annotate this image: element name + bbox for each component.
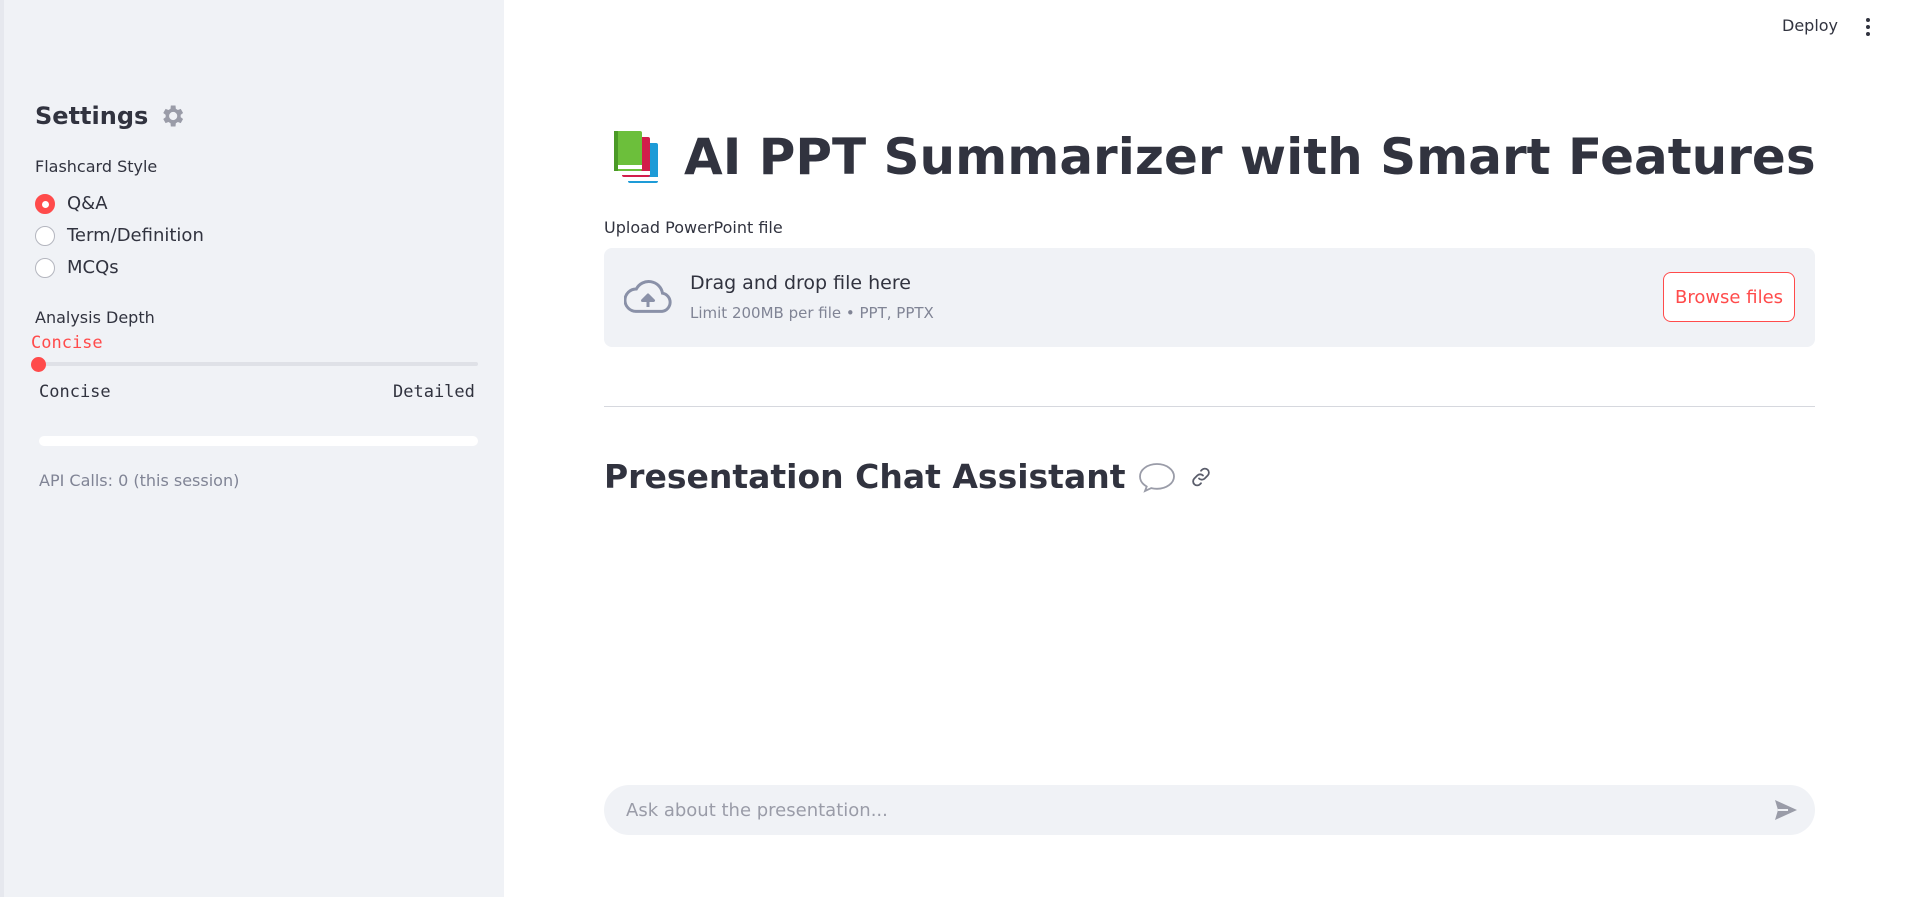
books-icon <box>614 131 658 183</box>
flashcard-style-label: Flashcard Style <box>35 157 158 176</box>
analysis-depth-slider-thumb[interactable] <box>31 357 46 372</box>
file-dropzone[interactable]: Drag and drop file here Limit 200MB per … <box>604 248 1815 347</box>
sidebar: Settings Flashcard Style Q&A Term/Defini… <box>0 0 504 897</box>
link-icon[interactable] <box>1189 465 1213 489</box>
analysis-depth-slider-track[interactable] <box>39 362 478 366</box>
send-icon[interactable] <box>1773 798 1799 822</box>
progress-bar <box>39 436 478 446</box>
radio-label-qa: Q&A <box>67 193 108 214</box>
slider-max-label: Detailed <box>393 382 475 402</box>
browse-files-button[interactable]: Browse files <box>1663 272 1795 322</box>
upload-label: Upload PowerPoint file <box>604 218 783 237</box>
radio-term-definition[interactable]: Term/Definition <box>35 225 204 246</box>
divider <box>604 406 1815 407</box>
radio-mcqs[interactable]: MCQs <box>35 257 119 278</box>
dropzone-instructions: Drag and drop file here <box>690 272 911 294</box>
radio-button-selected[interactable] <box>35 193 55 214</box>
speech-bubble-icon <box>1139 462 1176 493</box>
radio-button[interactable] <box>35 225 55 246</box>
sidebar-title: Settings <box>35 102 186 130</box>
slider-current-value: Concise <box>31 333 103 353</box>
kebab-menu-icon[interactable] <box>1862 16 1874 38</box>
analysis-depth-label: Analysis Depth <box>35 308 155 327</box>
gear-icon <box>163 105 184 127</box>
page-title: AI PPT Summarizer with Smart Features <box>612 128 1816 186</box>
chat-section-title: Presentation Chat Assistant <box>604 457 1213 496</box>
radio-qa[interactable]: Q&A <box>35 193 108 214</box>
api-calls-counter: API Calls: 0 (this session) <box>39 471 240 490</box>
cloud-upload-icon <box>624 280 672 313</box>
chat-input-container <box>604 785 1815 835</box>
dropzone-limits: Limit 200MB per file • PPT, PPTX <box>690 304 934 322</box>
deploy-button[interactable]: Deploy <box>1782 16 1838 35</box>
radio-label-term-definition: Term/Definition <box>67 225 204 246</box>
chat-title-text: Presentation Chat Assistant <box>604 457 1126 496</box>
chat-input[interactable] <box>624 785 1744 835</box>
slider-min-label: Concise <box>39 382 111 402</box>
radio-button[interactable] <box>35 257 55 278</box>
radio-label-mcqs: MCQs <box>67 257 119 278</box>
page-title-text: AI PPT Summarizer with Smart Features <box>684 128 1816 186</box>
sidebar-title-text: Settings <box>35 102 149 130</box>
